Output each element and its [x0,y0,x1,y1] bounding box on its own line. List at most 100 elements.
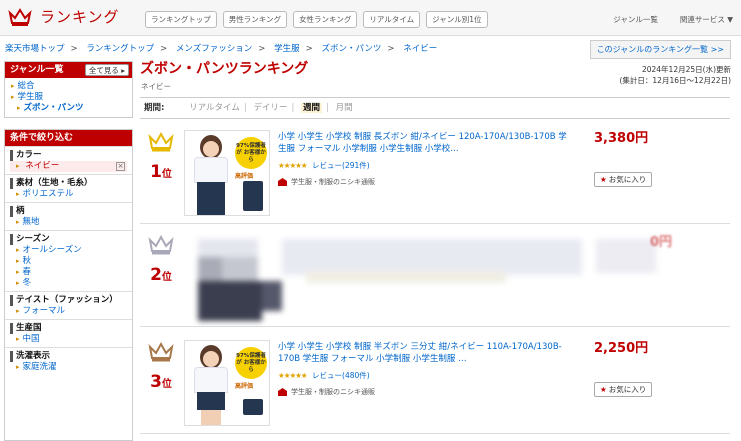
page-subtitle: ネイビー [141,82,171,91]
tab-male-ranking[interactable]: 男性ランキング [222,11,288,28]
filter-item[interactable]: ポリエステル [10,189,127,200]
filter-item[interactable]: 無地 [10,217,127,228]
filter-title: 条件で絞り込む [5,130,132,146]
filter-item[interactable]: 秋 [10,256,127,267]
filter-group-country: 生産国 中国 [5,319,132,347]
filter-item[interactable]: 中国 [10,334,127,345]
rank-number: 1位 [150,162,172,182]
period-range-text: (集計日：12月16日～12月22日) [619,76,731,85]
tab-genre-first[interactable]: ジャンル別1位 [426,11,488,28]
filter-group-season: シーズン オールシーズン 秋 春 冬 [5,230,132,291]
period-monthly[interactable]: 月間 [336,103,353,113]
filter-group-material: 素材（生地・毛糸） ポリエステル [5,174,132,202]
filter-group-title: 素材（生地・毛糸） [10,178,127,189]
blurred-product[interactable] [176,235,656,323]
review-link[interactable]: レビュー(291件) [312,161,370,170]
breadcrumb-item[interactable]: ズボン・パンツ [321,44,381,54]
period-weekly[interactable]: 週間 [301,103,323,113]
top-header: ランキング ランキングトップ 男性ランキング 女性ランキング リアルタイム ジャ… [0,0,741,36]
filter-group-taste: テイスト（ファッション） フォーマル [5,291,132,319]
filter-item[interactable]: 冬 [10,278,127,289]
thumb-label: 高評価 [235,173,254,180]
star-icon: ★ [600,175,607,184]
product-price: 2,250円 [594,341,649,356]
filter-item[interactable]: 春 [10,267,127,278]
related-services-link[interactable]: 関連サービス ▼ [680,14,733,25]
rank-badge: 3位 [145,341,177,392]
genre-list: 総合 学生服 ズボン・パンツ [5,78,132,117]
genre-ranking-list-button[interactable]: このジャンルのランキング一覧 >> [589,40,731,59]
breadcrumb-item[interactable]: ランキングトップ [86,44,154,54]
period-selector: 期間: リアルタイム | デイリー | 週間 | 月間 [140,97,730,119]
page-title: ズボン・パンツランキング [140,61,309,77]
shop-icon [278,388,287,396]
breadcrumb-item[interactable]: ネイビー [403,44,437,54]
tab-ranking-top[interactable]: ランキングトップ [145,11,217,28]
logo-text: ランキング [40,8,120,26]
filter-box: 条件で絞り込む カラー ネイビー × 素材（生地・毛糸） ポリエステル 柄 無地… [4,129,133,441]
review-rating: ★★★★★ レビュー(480件) [278,370,370,381]
favorite-button[interactable]: ★ お気に入り [594,382,653,397]
filter-item[interactable]: 家庭洗濯 [10,362,127,373]
filter-group-title: 柄 [10,206,127,217]
shop-name-link[interactable]: 学生服・制服のニシキ通販 [291,177,375,187]
rank-badge: 2位 [145,234,177,285]
product-price: 3,380円 [594,131,649,146]
filter-group-title: シーズン [10,234,127,245]
shop-icon [278,178,287,186]
genre-list-title: ジャンル一覧 全て見る ▸ [5,62,132,78]
product-title-link[interactable]: 小学 小学生 小学校 制服 長ズボン 紺/ネイビー 120A-170A/130B… [278,131,568,155]
genre-list-box: ジャンル一覧 全て見る ▸ 総合 学生服 ズボン・パンツ [4,61,133,118]
breadcrumb-item[interactable]: メンズファッション [176,44,252,54]
ranking-logo[interactable]: ランキング [8,6,120,27]
rank-number: 2位 [150,265,172,285]
filter-group-title: 洗濯表示 [10,351,127,362]
filter-group-washing: 洗濯表示 家庭洗濯 [5,347,132,375]
see-all-button[interactable]: 全て見る ▸ [84,64,129,76]
thumb-badge: 97%保護者が お客様から [235,137,267,169]
filter-group-color: カラー ネイビー × [5,146,132,174]
bronze-crown-icon [148,341,174,362]
silver-crown-icon [148,234,174,255]
header-tabs: ランキングトップ 男性ランキング 女性ランキング リアルタイム ジャンル別1位 [145,11,494,28]
filter-item[interactable]: オールシーズン [10,245,127,256]
shop-info: 学生服・制服のニシキ通販 [278,177,375,187]
period-daily[interactable]: デイリー [253,103,287,113]
thumb-badge: 97%保護者が お客様から [235,347,267,379]
period-label: 期間: [144,103,165,113]
product-price: 0円 [650,235,673,250]
product-title-link[interactable]: 小学 小学生 小学校 制服 半ズボン 三分丈 紺/ネイビー 110A-170A/… [278,341,568,365]
clear-filter-icon[interactable]: × [116,162,125,171]
crown-icon [8,7,32,26]
genre-item[interactable]: 総合 [11,81,126,92]
filter-item-navy[interactable]: ネイビー × [10,161,127,172]
review-rating: ★★★★★ レビュー(291件) [278,160,370,171]
tab-realtime[interactable]: リアルタイム [363,11,421,28]
star-rating-icon: ★★★★★ [278,161,308,170]
filter-group-title: 生産国 [10,323,127,334]
genre-item[interactable]: 学生服 [11,92,126,103]
rank-badge: 1位 [145,131,177,182]
star-icon: ★ [600,385,607,394]
product-image[interactable]: 97%保護者が お客様から 高評価 [184,340,270,426]
updated-text: 2024年12月25日(水)更新 [641,65,731,74]
updated-date: 2024年12月25日(水)更新 (集計日：12月16日～12月22日) [619,64,731,86]
ranking-item: 3位 97%保護者が お客様から 高評価 小学 小学生 小学校 制服 半ズボン … [140,336,730,434]
breadcrumb-item[interactable]: 学生服 [274,44,300,54]
product-image[interactable]: 97%保護者が お客様から 高評価 [184,130,270,216]
thumb-label: 高評価 [235,383,254,390]
star-rating-icon: ★★★★★ [278,371,308,380]
favorite-button[interactable]: ★ お気に入り [594,172,653,187]
breadcrumb: 楽天市場トップ > ランキングトップ > メンズファッション > 学生服 > ズボン・パ… [5,44,438,54]
period-realtime[interactable]: リアルタイム [189,103,240,113]
genre-list-link[interactable]: ジャンル一覧 [613,14,658,25]
rank-number: 3位 [150,372,172,392]
genre-item-current[interactable]: ズボン・パンツ [11,103,126,114]
filter-group-pattern: 柄 無地 [5,202,132,230]
shop-name-link[interactable]: 学生服・制服のニシキ通販 [291,387,375,397]
review-link[interactable]: レビュー(480件) [312,371,370,380]
breadcrumb-item[interactable]: 楽天市場トップ [5,44,65,54]
ranking-item: 1位 97%保護者が お客様から 高評価 小学 小学生 小学校 制服 長ズボン … [140,126,730,224]
filter-item[interactable]: フォーマル [10,306,127,317]
tab-female-ranking[interactable]: 女性ランキング [293,11,358,28]
